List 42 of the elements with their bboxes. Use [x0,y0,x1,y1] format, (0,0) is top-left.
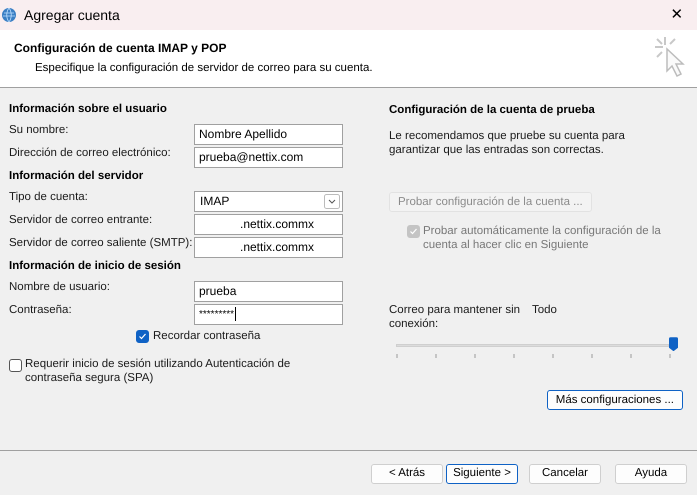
input-field[interactable]: ********* [194,304,343,324]
section-heading: Información del servidor [9,169,144,184]
field-label: Tipo de cuenta: [9,190,89,206]
globe-icon [1,7,17,23]
more-settings-button[interactable]: Más configuraciones ... [546,390,683,410]
input-field[interactable]: prueba@nettix.com [194,146,343,168]
checkbox[interactable] [9,359,22,372]
section-heading: Configuración de la cuenta de prueba [389,103,596,118]
offline-mail-label: Correo para mantener sin conexión: [389,303,522,332]
input-field[interactable]: Nombre Apellido [194,124,343,144]
checkbox[interactable] [136,330,149,344]
account-type-dropdown[interactable]: IMAP [194,190,343,212]
dialog-button[interactable]: Siguiente > [446,464,518,484]
chevron-down-icon [324,194,340,208]
dialog-button[interactable]: Ayuda [615,464,687,484]
field-label: Servidor de correo entrante: [9,213,154,228]
input-field[interactable]: .nettix.commx [194,236,343,258]
slider-reading: Todo [532,303,557,318]
offline-slider[interactable] [396,337,678,354]
input-field[interactable]: .nettix.commx [194,214,343,234]
section-heading: Información sobre el usuario [9,102,168,117]
checkbox-label: Recordar contraseña [153,329,260,344]
text-cursor [235,307,236,321]
field-label: Servidor de correo saliente (SMTP): [9,236,194,252]
field-label: Nombre de usuario: [9,280,111,296]
dialog-button[interactable]: Cancelar [529,464,601,484]
header-subtitle: Especifique la configuración de servidor de correo para su cuenta. [35,61,373,76]
checkmark-icon [138,332,147,342]
dialog-button[interactable]: < Atrás [371,464,443,484]
checkbox-label: Probar automáticamente la configuración de la cuenta al hacer clic en Siguiente [423,224,662,252]
checkmark-icon [409,227,418,236]
checkbox-label: Requerir inicio de sesión utilizando Autenticación de contraseña segura (SPA) [25,357,292,386]
slider-thumb[interactable] [669,337,678,352]
field-label: Dirección de correo electrónico: [9,146,172,162]
close-button[interactable]: ✕ [657,0,697,30]
input-field[interactable]: prueba [194,280,343,302]
section-heading: Información de inicio de sesión [9,259,182,274]
window-title: Agregar cuenta [24,6,120,25]
field-label: Contraseña: [9,303,73,318]
header-title: Configuración de cuenta IMAP y POP [14,40,228,57]
field-label: Su nombre: [9,123,70,138]
test-description: Le recomendamos que pruebe su cuenta para garantizar que las entradas son correctas. [389,129,626,158]
